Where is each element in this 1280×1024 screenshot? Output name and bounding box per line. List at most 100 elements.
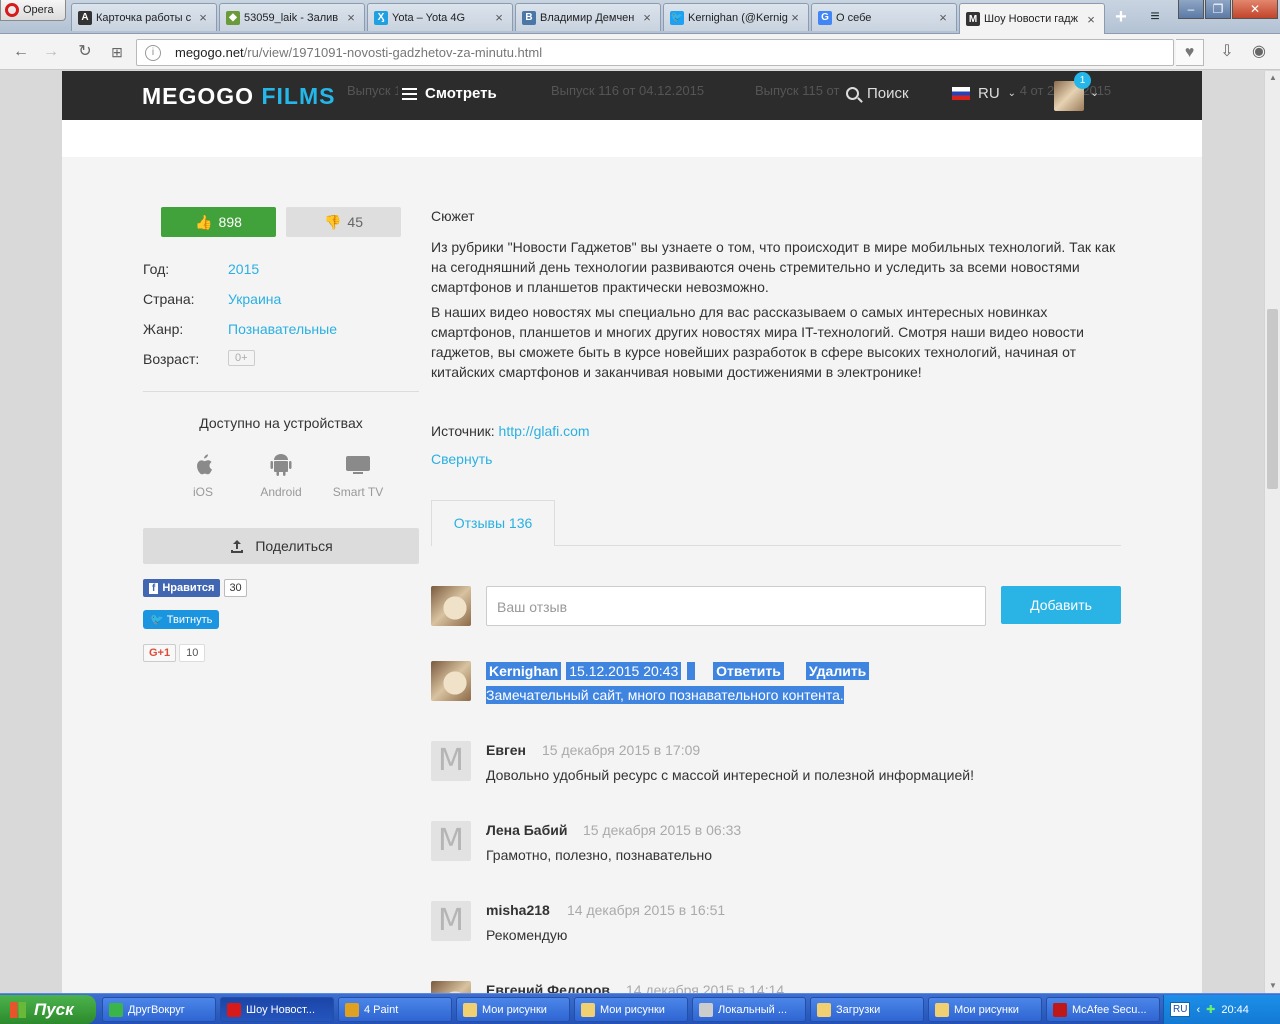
account-icon[interactable]: ◉ <box>1248 41 1270 63</box>
megogo-logo[interactable]: MEGOGO FILMS <box>142 83 335 110</box>
age-rating-badge: 0+ <box>228 350 255 366</box>
taskbar-item[interactable]: Локальный ... <box>692 997 806 1022</box>
back-arrow-icon[interactable]: ← <box>10 41 32 63</box>
tab-close-icon[interactable]: × <box>1084 12 1098 27</box>
taskbar-app-icon <box>1053 1002 1067 1017</box>
browser-tab[interactable]: B Владимир Демчен × <box>515 3 661 31</box>
maximize-button[interactable]: ❐ <box>1205 0 1231 19</box>
share-button[interactable]: Поделиться <box>143 528 419 564</box>
minimize-button[interactable]: – <box>1178 0 1204 19</box>
close-window-button[interactable]: ✕ <box>1232 0 1278 19</box>
taskbar-item[interactable]: McAfee Secu... <box>1046 997 1160 1022</box>
reload-icon[interactable]: ↻ <box>74 41 96 63</box>
tab-close-icon[interactable]: × <box>196 10 210 25</box>
clock[interactable]: 20:44 <box>1221 1004 1249 1016</box>
taskbar-item[interactable]: Шоу Новост... <box>220 997 334 1022</box>
device-android[interactable]: Android <box>246 453 316 499</box>
meta-key: Год: <box>143 261 170 277</box>
comment-author[interactable]: Евгений Федоров <box>486 982 610 993</box>
tab-close-icon[interactable]: × <box>936 10 950 25</box>
tab-menu-icon[interactable]: ≡ <box>1144 6 1166 28</box>
taskbar-item-label: Шоу Новост... <box>246 1003 316 1016</box>
facebook-like-widget[interactable]: f Нравится 30 <box>143 579 247 597</box>
share-label: Поделиться <box>255 538 333 554</box>
tab-close-icon[interactable]: × <box>788 10 802 25</box>
meta-year-link[interactable]: 2015 <box>228 261 259 277</box>
comment-author[interactable]: Евген <box>486 742 526 758</box>
google-plus-count: 10 <box>179 644 206 662</box>
user-menu-chevron-icon[interactable]: ⌄ <box>1090 86 1099 99</box>
browser-tab[interactable]: Ӽ Yota – Yota 4G × <box>367 3 513 31</box>
comment-author[interactable]: misha218 <box>486 902 550 918</box>
tab-close-icon[interactable]: × <box>344 10 358 25</box>
language-selector[interactable]: RU ⌄ <box>948 85 1021 102</box>
logo-accent: FILMS <box>261 83 336 109</box>
taskbar-item[interactable]: ДругВокруг <box>102 997 216 1022</box>
taskbar-item[interactable]: 4 Paint <box>338 997 452 1022</box>
address-bar[interactable]: i megogo.net/ru/view/1971091-novosti-gad… <box>136 39 1174 66</box>
tab-title: Карточка работы с <box>96 11 192 24</box>
meta-key: Возраст: <box>143 351 200 367</box>
source-link[interactable]: http://glafi.com <box>499 423 590 439</box>
comment-author[interactable]: Kernighan <box>486 662 562 680</box>
taskbar-item[interactable]: Мои рисунки <box>928 997 1042 1022</box>
tweet-button[interactable]: 🐦 Твитнуть <box>143 610 220 629</box>
search-button[interactable]: Поиск <box>842 85 913 102</box>
notification-badge[interactable]: 1 <box>1074 72 1091 89</box>
browser-tab[interactable]: M Шоу Новости гадж × <box>959 3 1105 34</box>
google-plus-button[interactable]: G+1 <box>143 644 177 662</box>
device-ios[interactable]: iOS <box>168 453 238 499</box>
watch-menu-button[interactable]: Смотреть <box>398 85 501 102</box>
watch-label: Смотреть <box>425 85 497 102</box>
tab-reviews[interactable]: Отзывы 136 <box>431 500 555 546</box>
taskbar-item[interactable]: Мои рисунки <box>574 997 688 1022</box>
speed-dial-icon[interactable]: ⊞ <box>106 41 128 63</box>
meta-genre-link[interactable]: Познавательные <box>228 321 337 337</box>
browser-tab[interactable]: G О себе × <box>811 3 957 31</box>
comment-avatar <box>431 981 471 993</box>
device-smart-tv[interactable]: Smart TV <box>323 453 393 499</box>
google-plus-widget[interactable]: G+1 10 <box>143 644 206 662</box>
taskbar-item[interactable]: Мои рисунки <box>456 997 570 1022</box>
like-button[interactable]: 👍 898 <box>161 207 276 237</box>
bookmark-heart-icon[interactable]: ♥ <box>1176 39 1204 66</box>
opera-menu-button[interactable]: Opera <box>0 0 66 21</box>
taskbar-app-icon <box>345 1002 359 1017</box>
collapse-link[interactable]: Свернуть <box>431 451 492 467</box>
tray-expand-icon[interactable]: ‹ <box>1196 1004 1200 1016</box>
browser-tab[interactable]: A Карточка работы с × <box>71 3 217 31</box>
browser-tab[interactable]: ◆ 53059_laik - Залив × <box>219 3 365 31</box>
new-tab-button[interactable]: + <box>1110 6 1132 28</box>
browser-tab[interactable]: 🐦 Kernighan (@Kernig × <box>663 3 809 31</box>
tab-favicon-icon: G <box>818 10 832 25</box>
tab-close-icon[interactable]: × <box>640 10 654 25</box>
site-info-icon[interactable]: i <box>145 44 161 61</box>
start-button[interactable]: Пуск <box>0 995 96 1024</box>
reply-link[interactable]: Ответить <box>713 662 784 680</box>
site-container: Выпуск 117 от 07.12.2015 Выпуск 116 от 0… <box>62 71 1202 993</box>
scroll-down-arrow-icon[interactable]: ▼ <box>1265 979 1280 993</box>
network-icon[interactable]: ✚ <box>1206 1003 1215 1016</box>
comment-author[interactable]: Лена Бабий <box>486 822 567 838</box>
dislike-button[interactable]: 👎 45 <box>286 207 401 237</box>
page-scrollbar[interactable]: ▲ ▼ <box>1264 71 1280 993</box>
review-input[interactable]: Ваш отзыв <box>486 586 986 626</box>
device-label: iOS <box>192 485 213 499</box>
scroll-thumb[interactable] <box>1267 309 1278 489</box>
taskbar-app-icon <box>109 1002 123 1017</box>
address-toolbar: ← → ↻ ⊞ i megogo.net/ru/view/1971091-nov… <box>0 34 1280 70</box>
downloads-icon[interactable]: ⇩ <box>1216 41 1238 63</box>
facebook-like-count: 30 <box>224 579 247 597</box>
forward-arrow-icon[interactable]: → <box>40 41 62 63</box>
delete-link[interactable]: Удалить <box>805 662 870 680</box>
scroll-up-arrow-icon[interactable]: ▲ <box>1265 71 1280 85</box>
facebook-like-button[interactable]: f Нравится <box>143 579 221 597</box>
tab-title: О себе <box>836 11 872 24</box>
tab-close-icon[interactable]: × <box>492 10 506 25</box>
keyboard-language-indicator[interactable]: RU <box>1170 1002 1191 1017</box>
taskbar-item[interactable]: Загрузки <box>810 997 924 1022</box>
add-review-button[interactable]: Добавить <box>1001 586 1121 624</box>
plot-paragraph: В наших видео новостях мы специально для… <box>431 304 1084 380</box>
meta-country-link[interactable]: Украина <box>228 291 281 307</box>
comment-header: Kernighan 15.12.2015 20:43 Ответить Удал… <box>486 661 870 681</box>
